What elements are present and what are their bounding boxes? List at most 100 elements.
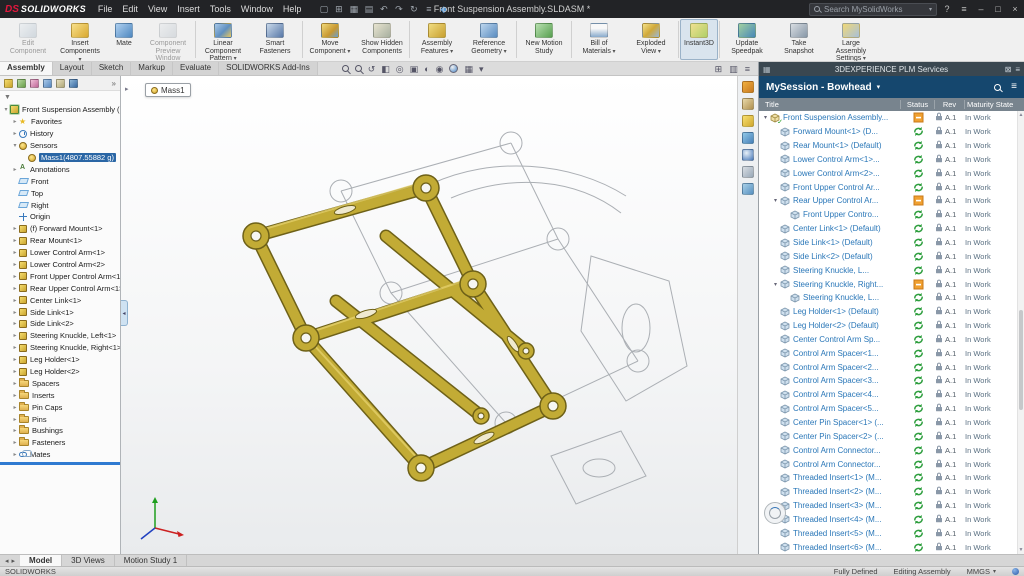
tree-item[interactable]: ▸Steering Knuckle, Right<1> ->* xyxy=(0,342,120,354)
design-library-icon[interactable] xyxy=(742,98,754,110)
home-icon[interactable] xyxy=(742,81,754,93)
suspension-assembly-model[interactable] xyxy=(121,76,737,554)
view-orientation-icon[interactable]: ▣ xyxy=(410,63,419,75)
expand-icon[interactable]: ▸ xyxy=(11,130,19,137)
plm-scrollbar[interactable]: ▲ ▼ xyxy=(1017,111,1024,554)
previous-view-icon[interactable]: ↺ xyxy=(368,63,376,75)
ribbon-new-motion-study[interactable]: New Motion Study xyxy=(518,19,570,60)
open-icon[interactable]: ⊞ xyxy=(331,4,346,15)
tree-item[interactable]: Mass1(4807.55882 g) xyxy=(0,152,120,164)
section-view-icon[interactable]: ◧ xyxy=(381,63,390,75)
ribbon-linear-component-pattern[interactable]: Linear Component Pattern ▾ xyxy=(197,19,249,60)
display-style-icon[interactable]: ◐ xyxy=(424,63,429,75)
plm-row[interactable]: Center Control Arm Sp...A.1In Work xyxy=(759,333,1017,347)
tree-item[interactable]: ▾Sensors xyxy=(0,140,120,152)
expand-icon[interactable]: ▸ xyxy=(11,344,19,351)
help-icon[interactable]: ? xyxy=(940,4,954,14)
collapse-icon[interactable]: ▾ xyxy=(771,197,780,204)
save-icon[interactable]: ▦ xyxy=(346,4,361,15)
ribbon-component-preview-window[interactable]: Component Preview Window xyxy=(142,19,194,60)
3dexperience-compass-icon[interactable] xyxy=(764,502,786,524)
plm-row[interactable]: Leg Holder<2> (Default)A.1In Work xyxy=(759,319,1017,333)
tree-item[interactable]: ▸Side Link<1> xyxy=(0,306,120,318)
zoom-area-icon[interactable] xyxy=(355,65,362,72)
tree-filter[interactable]: ▼ xyxy=(0,91,120,103)
chevron-down-icon[interactable]: ▾ xyxy=(877,83,881,91)
annotation-views-icon[interactable]: ◎ xyxy=(396,63,404,75)
plm-row[interactable]: Control Arm Connector...A.1In Work xyxy=(759,457,1017,471)
collapse-icon[interactable]: ▾ xyxy=(761,114,770,121)
split-pane-icon[interactable]: ▥ xyxy=(729,63,738,75)
plm-row[interactable]: Side Link<2> (Default)A.1In Work xyxy=(759,249,1017,263)
menu-tools[interactable]: Tools xyxy=(205,2,236,16)
scroll-left-icon[interactable]: ◂ xyxy=(5,557,9,565)
plm-search-icon[interactable] xyxy=(994,84,1001,91)
expand-icon[interactable]: ▸ xyxy=(11,380,19,387)
feature-tree-icon[interactable] xyxy=(4,79,13,88)
expand-icon[interactable]: ▸ xyxy=(11,427,19,434)
expand-icon[interactable]: ▸ xyxy=(11,416,19,423)
custom-properties-icon[interactable] xyxy=(742,166,754,178)
redo-icon[interactable]: ↷ xyxy=(391,4,406,15)
view-settings-icon[interactable]: ▾ xyxy=(479,63,484,75)
plm-row[interactable]: Threaded Insert<2> (M...A.1In Work xyxy=(759,485,1017,499)
plm-row[interactable]: Steering Knuckle, L...A.1In Work xyxy=(759,263,1017,277)
plm-row[interactable]: Center Link<1> (Default)A.1In Work xyxy=(759,222,1017,236)
plm-row[interactable]: ▾✓Front Suspension Assembly...A.1In Work xyxy=(759,111,1017,125)
tab-assembly[interactable]: Assembly xyxy=(0,62,53,75)
print-icon[interactable]: ▤ xyxy=(361,4,376,15)
tree-item[interactable]: ▸Rear Mount<1> xyxy=(0,235,120,247)
plm-row[interactable]: Center Pin Spacer<2> (...A.1In Work xyxy=(759,429,1017,443)
plm-row[interactable]: Steering Knuckle, L...A.1In Work xyxy=(759,291,1017,305)
undo-icon[interactable]: ↶ xyxy=(376,4,391,15)
expand-icon[interactable]: ▸ xyxy=(11,225,19,232)
panel-flyout-icon[interactable]: » xyxy=(112,79,116,88)
bottom-tab-model[interactable]: Model xyxy=(20,555,62,566)
rollback-bar[interactable] xyxy=(0,462,120,465)
task-pane-menu-icon[interactable]: ≡ xyxy=(745,63,750,75)
plm-tab-icon[interactable] xyxy=(69,79,78,88)
tree-item[interactable]: ▸Annotations xyxy=(0,163,120,175)
scroll-up-icon[interactable]: ▲ xyxy=(1018,112,1024,118)
appearances-icon[interactable] xyxy=(742,149,754,161)
tree-item[interactable]: Right xyxy=(0,199,120,211)
column-header-maturity-state[interactable]: Maturity State xyxy=(965,100,1017,109)
tree-item[interactable]: ▸Leg Holder<1> xyxy=(0,354,120,366)
column-header-status[interactable]: Status xyxy=(901,100,935,109)
tree-item[interactable]: ▸(f) Forward Mount<1> xyxy=(0,223,120,235)
expand-icon[interactable]: ▸ xyxy=(11,451,19,458)
scrollbar-thumb[interactable] xyxy=(1019,310,1023,410)
plm-row[interactable]: Control Arm Spacer<2...A.1In Work xyxy=(759,360,1017,374)
expand-icon[interactable]: ▸ xyxy=(11,237,19,244)
tree-item[interactable]: ▸Spacers xyxy=(0,377,120,389)
scroll-right-icon[interactable]: ▸ xyxy=(12,557,16,565)
forum-icon[interactable] xyxy=(742,183,754,195)
file-explorer-icon[interactable] xyxy=(742,115,754,127)
menu-insert[interactable]: Insert xyxy=(172,2,205,16)
tree-item[interactable]: ▸Center Link<1> xyxy=(0,294,120,306)
panel-menu-icon[interactable]: ≡ xyxy=(1015,65,1020,74)
tree-item[interactable]: ▸Inserts xyxy=(0,389,120,401)
bottom-tab-3d-views[interactable]: 3D Views xyxy=(62,555,115,566)
menu-view[interactable]: View xyxy=(143,2,172,16)
plm-row[interactable]: Control Arm Connector...A.1In Work xyxy=(759,443,1017,457)
ribbon-smart-fasteners[interactable]: Smart Fasteners xyxy=(249,19,301,60)
apply-scene-icon[interactable]: ▦ xyxy=(464,63,473,75)
zoom-fit-icon[interactable] xyxy=(342,65,349,72)
ribbon-move-component[interactable]: Move Component ▾ xyxy=(304,19,356,60)
tree-item[interactable]: ▸Side Link<2> xyxy=(0,318,120,330)
ribbon-mate[interactable]: Mate xyxy=(106,19,142,60)
plm-row[interactable]: Threaded Insert<1> (M...A.1In Work xyxy=(759,471,1017,485)
new-icon[interactable]: ▢ xyxy=(316,4,331,15)
expand-icon[interactable]: ▸ xyxy=(11,392,19,399)
tree-item[interactable]: ▸Mates xyxy=(0,449,120,461)
minimize-button[interactable]: – xyxy=(974,4,988,14)
expand-icon[interactable]: ▸ xyxy=(11,118,19,125)
tab-solidworks-add-ins[interactable]: SOLIDWORKS Add-Ins xyxy=(219,62,318,75)
collapse-icon[interactable]: ▾ xyxy=(2,106,10,113)
mysession-bar[interactable]: MySession - Bowhead ▾ ≡ xyxy=(759,76,1024,98)
expand-icon[interactable]: ▸ xyxy=(11,261,19,268)
tree-item[interactable]: ▸Leg Holder<2> xyxy=(0,366,120,378)
expand-icon[interactable]: ▸ xyxy=(11,297,19,304)
menu-edit[interactable]: Edit xyxy=(117,2,143,16)
